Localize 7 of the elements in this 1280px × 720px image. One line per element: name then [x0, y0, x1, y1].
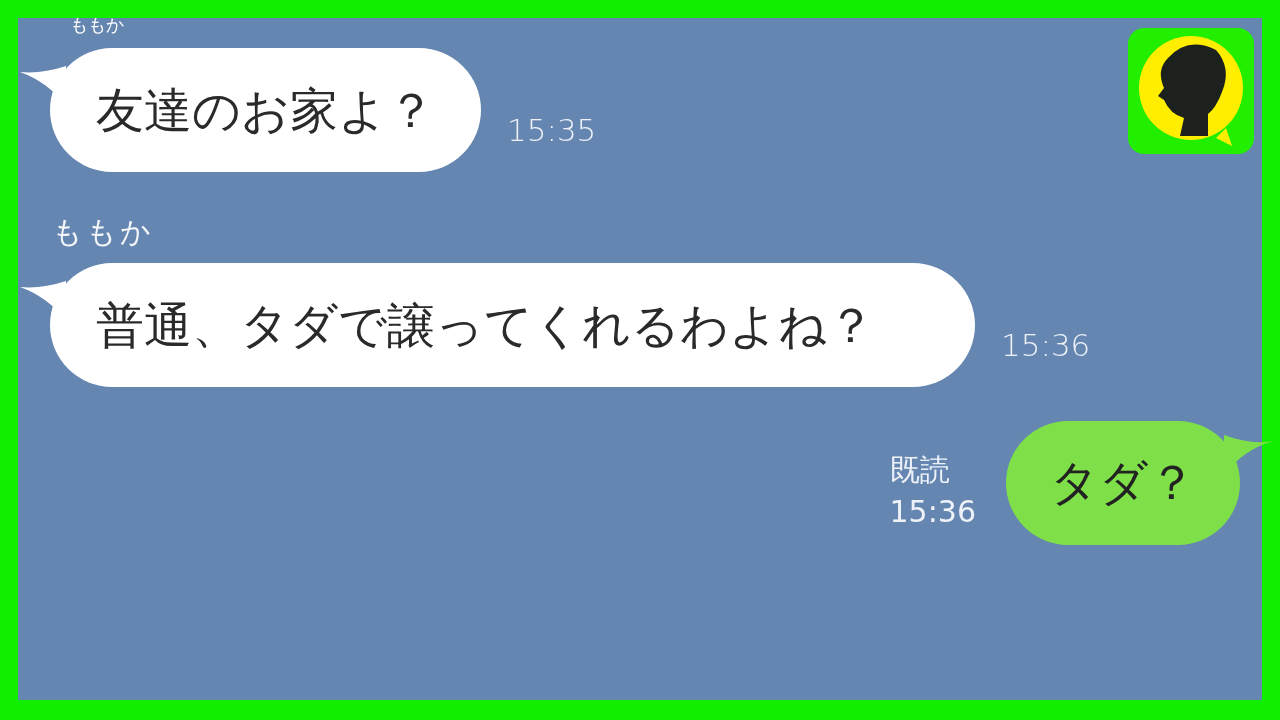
message-time: 15:36: [889, 493, 976, 531]
sender-name: ももか: [70, 16, 124, 34]
person-icon: [1128, 28, 1254, 154]
message-time: 15:36: [1001, 327, 1091, 363]
message-time: 15:35: [507, 112, 597, 148]
sender-name: ももか: [52, 213, 155, 251]
read-receipt: 既読: [889, 451, 951, 489]
